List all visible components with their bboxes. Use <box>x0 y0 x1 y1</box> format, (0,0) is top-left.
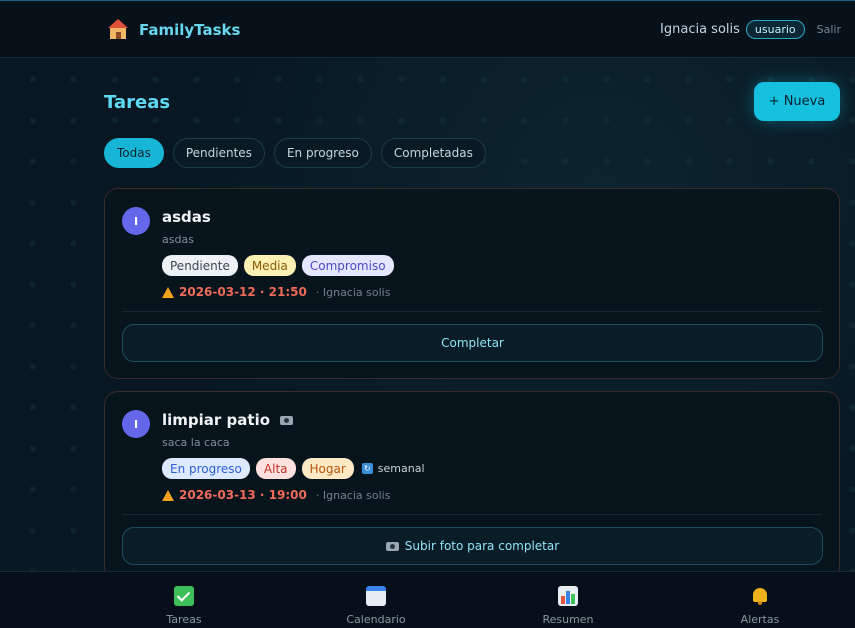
nav-label: Tareas <box>166 613 202 626</box>
assignee: · Ignacia solis <box>315 488 391 502</box>
avatar: I <box>122 410 150 438</box>
task-tags: Pendiente Media Compromiso <box>162 255 394 276</box>
house-icon <box>107 19 129 41</box>
nav-label: Resumen <box>542 613 594 626</box>
task-card: I limpiar patio saca la caca En progreso… <box>104 391 840 581</box>
recurrence: ↻ semanal <box>361 462 425 475</box>
divider <box>122 514 822 515</box>
due-date: 2026-03-13 · 19:00 <box>179 488 307 502</box>
camera-icon <box>385 541 399 551</box>
task-title-text: asdas <box>162 208 211 226</box>
brand[interactable]: FamilyTasks <box>107 19 240 41</box>
nav-label: Calendario <box>346 613 406 626</box>
due-date: 2026-03-12 · 21:50 <box>179 285 307 299</box>
recurrence-label: semanal <box>377 462 425 475</box>
due-info: 2026-03-12 · 21:50 · Ignacia solis <box>162 285 390 299</box>
nav-tasks[interactable]: Tareas <box>124 572 244 628</box>
nav-calendar[interactable]: Calendario <box>316 572 436 628</box>
filter-pending[interactable]: Pendientes <box>172 138 265 168</box>
task-card: I asdas asdas Pendiente Media Compromiso… <box>104 188 840 379</box>
new-task-button[interactable]: + Nueva <box>754 82 840 121</box>
chart-icon <box>558 586 578 606</box>
filter-in-progress[interactable]: En progreso <box>273 138 372 168</box>
priority-badge: Media <box>243 255 296 276</box>
due-info: 2026-03-13 · 19:00 · Ignacia solis <box>162 488 390 502</box>
warning-icon <box>162 286 174 298</box>
nav-summary[interactable]: Resumen <box>508 572 628 628</box>
page-title: Tareas <box>104 92 171 113</box>
complete-button[interactable]: Completar <box>122 324 823 362</box>
nav-label: Alertas <box>740 613 780 626</box>
task-description: asdas <box>162 233 194 246</box>
user-name: Ignacia solis <box>660 22 740 37</box>
logout-link[interactable]: Salir <box>817 23 841 36</box>
avatar: I <box>122 207 150 235</box>
upload-photo-label: Subir foto para completar <box>404 539 560 553</box>
role-badge: usuario <box>745 20 805 39</box>
task-title: limpiar patio <box>162 411 294 429</box>
category-badge: Hogar <box>301 458 354 479</box>
task-tags: En progreso Alta Hogar ↻ semanal <box>162 458 425 479</box>
category-badge: Compromiso <box>301 255 394 276</box>
calendar-icon <box>366 586 386 606</box>
filter-completed[interactable]: Completadas <box>380 138 486 168</box>
brand-name: FamilyTasks <box>139 21 241 39</box>
assignee: · Ignacia solis <box>315 285 391 299</box>
complete-button-label: Completar <box>441 336 504 350</box>
task-title: asdas <box>162 208 211 226</box>
repeat-icon: ↻ <box>361 463 373 474</box>
status-badge: Pendiente <box>162 255 238 276</box>
task-description: saca la caca <box>162 436 230 449</box>
warning-icon <box>162 489 174 501</box>
filter-all[interactable]: Todas <box>104 138 164 168</box>
user-area: Ignacia solis usuario Salir <box>660 20 841 39</box>
status-badge: En progreso <box>162 458 250 479</box>
bell-icon <box>750 586 770 606</box>
nav-alerts[interactable]: Alertas <box>700 572 820 628</box>
filter-tabs: Todas Pendientes En progreso Completadas <box>104 138 486 168</box>
upload-photo-button[interactable]: Subir foto para completar <box>122 527 823 565</box>
top-header: FamilyTasks Ignacia solis usuario Salir <box>0 0 855 58</box>
task-title-text: limpiar patio <box>162 411 271 429</box>
divider <box>122 311 822 312</box>
priority-badge: Alta <box>255 458 296 479</box>
check-icon <box>174 586 194 606</box>
bottom-nav: Tareas Calendario Resumen Alertas <box>0 571 855 628</box>
camera-icon <box>280 415 294 425</box>
